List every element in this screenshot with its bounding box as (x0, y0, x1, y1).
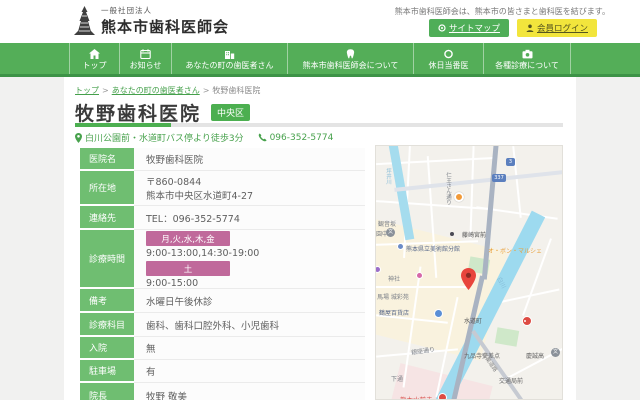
map-label: 熊本県立美術館分館 (406, 244, 460, 253)
map-label: 慶誠高 (526, 351, 544, 360)
table-row-schedule: 診療時間 月,火,水,木,金 9:00-13:00,14:30-19:00 土 … (80, 230, 365, 289)
map-label: 水道町 (464, 316, 482, 325)
map-park (495, 327, 519, 347)
table-row: 院長 牧野 敬美 (80, 383, 365, 400)
breadcrumb-current: 牧野歯科医院 (212, 86, 260, 95)
access-text: 白川公園前・水道町バス停より徒歩3分 (85, 131, 244, 144)
calendar-icon (140, 49, 151, 59)
table-row: 備考 水曜日午後休診 (80, 289, 365, 313)
nav-item-about-association[interactable]: 熊本市歯科医師会について (287, 43, 413, 74)
breadcrumb-top[interactable]: トップ (75, 86, 99, 95)
map-label: 神社 (388, 274, 400, 283)
poi-marker-pink[interactable] (416, 272, 423, 279)
route-shield: 3 (506, 158, 515, 166)
map-label: 下通 (391, 374, 403, 383)
table-row: 所在地 〒860-0844 熊本市中央区水道町4-27 (80, 171, 365, 206)
saturday-badge: 土 (146, 261, 230, 276)
site-logo[interactable]: 一般社団法人 熊本市歯科医師会 (74, 5, 229, 37)
home-icon (89, 49, 100, 59)
map-label: オ・ボン・マルシェ (488, 246, 542, 255)
nav-item-holiday-duty[interactable]: 休日当番医 (413, 43, 483, 74)
clinic-pin-marker[interactable] (461, 268, 476, 294)
phone-number: 096-352-5774 (270, 133, 334, 143)
school-icon: 文 (551, 348, 560, 357)
org-type: 一般社団法人 (101, 5, 229, 16)
person-icon (526, 24, 534, 32)
map-label: 熊本水前寺 (400, 394, 433, 400)
breadcrumb-town-dentists[interactable]: あなたの町の歯医者さん (112, 86, 200, 95)
title-divider (75, 123, 563, 127)
route-shield: 337 (492, 174, 506, 182)
map-pin-icon (75, 133, 82, 143)
table-row: 診療科目 歯科、歯科口腔外科、小児歯科 (80, 313, 365, 337)
hospital-marker[interactable] (438, 393, 447, 400)
fujisakigu-stop-marker (450, 232, 454, 236)
nav-item-town-dentists[interactable]: あなたの町の歯医者さん (171, 43, 287, 74)
nav-item-top[interactable]: トップ (69, 43, 119, 74)
map-main-road (394, 170, 563, 192)
map-road (512, 146, 521, 218)
map-road (469, 146, 474, 238)
camera-icon (522, 49, 533, 59)
breadcrumb: トップ>あなたの町の歯医者さん>牧野歯科医院 (75, 85, 260, 96)
location-map[interactable]: 3 337 観音坂 仁王さん通り 坪井川 藤崎宮前 熊本県立美術館分館 オ・ボン… (375, 145, 563, 400)
phone-icon (258, 133, 267, 142)
poi-marker-red-center (523, 319, 527, 323)
castle-logo-icon (74, 6, 95, 36)
map-label: 馬場 城彩苑 (377, 292, 409, 301)
clinic-info-table: 医院名 牧野歯科医院 所在地 〒860-0844 熊本市中央区水道町4-27 連… (80, 148, 365, 400)
map-road (376, 286, 468, 288)
school-icon: 文 (386, 228, 395, 237)
page-title: 牧野歯科医院 (75, 99, 201, 126)
sitemap-button[interactable]: サイトマップ (429, 19, 509, 37)
member-login-button[interactable]: 会員ログイン (517, 19, 597, 37)
map-label: 藤崎宮前 (462, 230, 486, 239)
access-info: 白川公園前・水道町バス停より徒歩3分 096-352-5774 (75, 131, 333, 144)
site-tagline: 熊本市歯科医師会は、熊本市の皆さまと歯科医を結びます。 (395, 6, 610, 17)
nav-item-news[interactable]: お知らせ (119, 43, 171, 74)
station-marker[interactable] (454, 192, 464, 202)
map-label: 観音坂 (378, 219, 396, 228)
building-icon (224, 49, 235, 59)
tooth-icon (345, 49, 356, 59)
ward-badge: 中央区 (211, 104, 250, 121)
map-label: 鶴屋百貨店 (379, 308, 409, 317)
nav-item-treatments[interactable]: 各種診療について (483, 43, 571, 74)
header-bar: 一般社団法人 熊本市歯科医師会 熊本市歯科医師会は、熊本市の皆さまと歯科医を結び… (0, 0, 640, 43)
map-river-label: 坪井川 (384, 168, 392, 185)
museum-marker[interactable] (397, 243, 404, 250)
table-row: 駐車場 有 (80, 360, 365, 383)
map-circle-icon (438, 24, 446, 32)
table-row: 医院名 牧野歯科医院 (80, 148, 365, 171)
map-label: 仁王さん通り (444, 172, 452, 205)
department-store-marker[interactable] (434, 309, 443, 318)
map-label: 銀座通り (410, 344, 435, 356)
map-label: 交通局前 (499, 376, 523, 385)
weekday-badge: 月,火,水,木,金 (146, 231, 230, 246)
ring-icon (443, 49, 454, 59)
main-nav: トップ お知らせ あなたの町の歯医者さん 熊本市歯科医師会について (0, 43, 640, 77)
table-row: 連絡先 TEL：096-352-5774 (80, 206, 365, 230)
table-row: 入院 無 (80, 337, 365, 360)
org-name: 熊本市歯科医師会 (101, 16, 229, 37)
